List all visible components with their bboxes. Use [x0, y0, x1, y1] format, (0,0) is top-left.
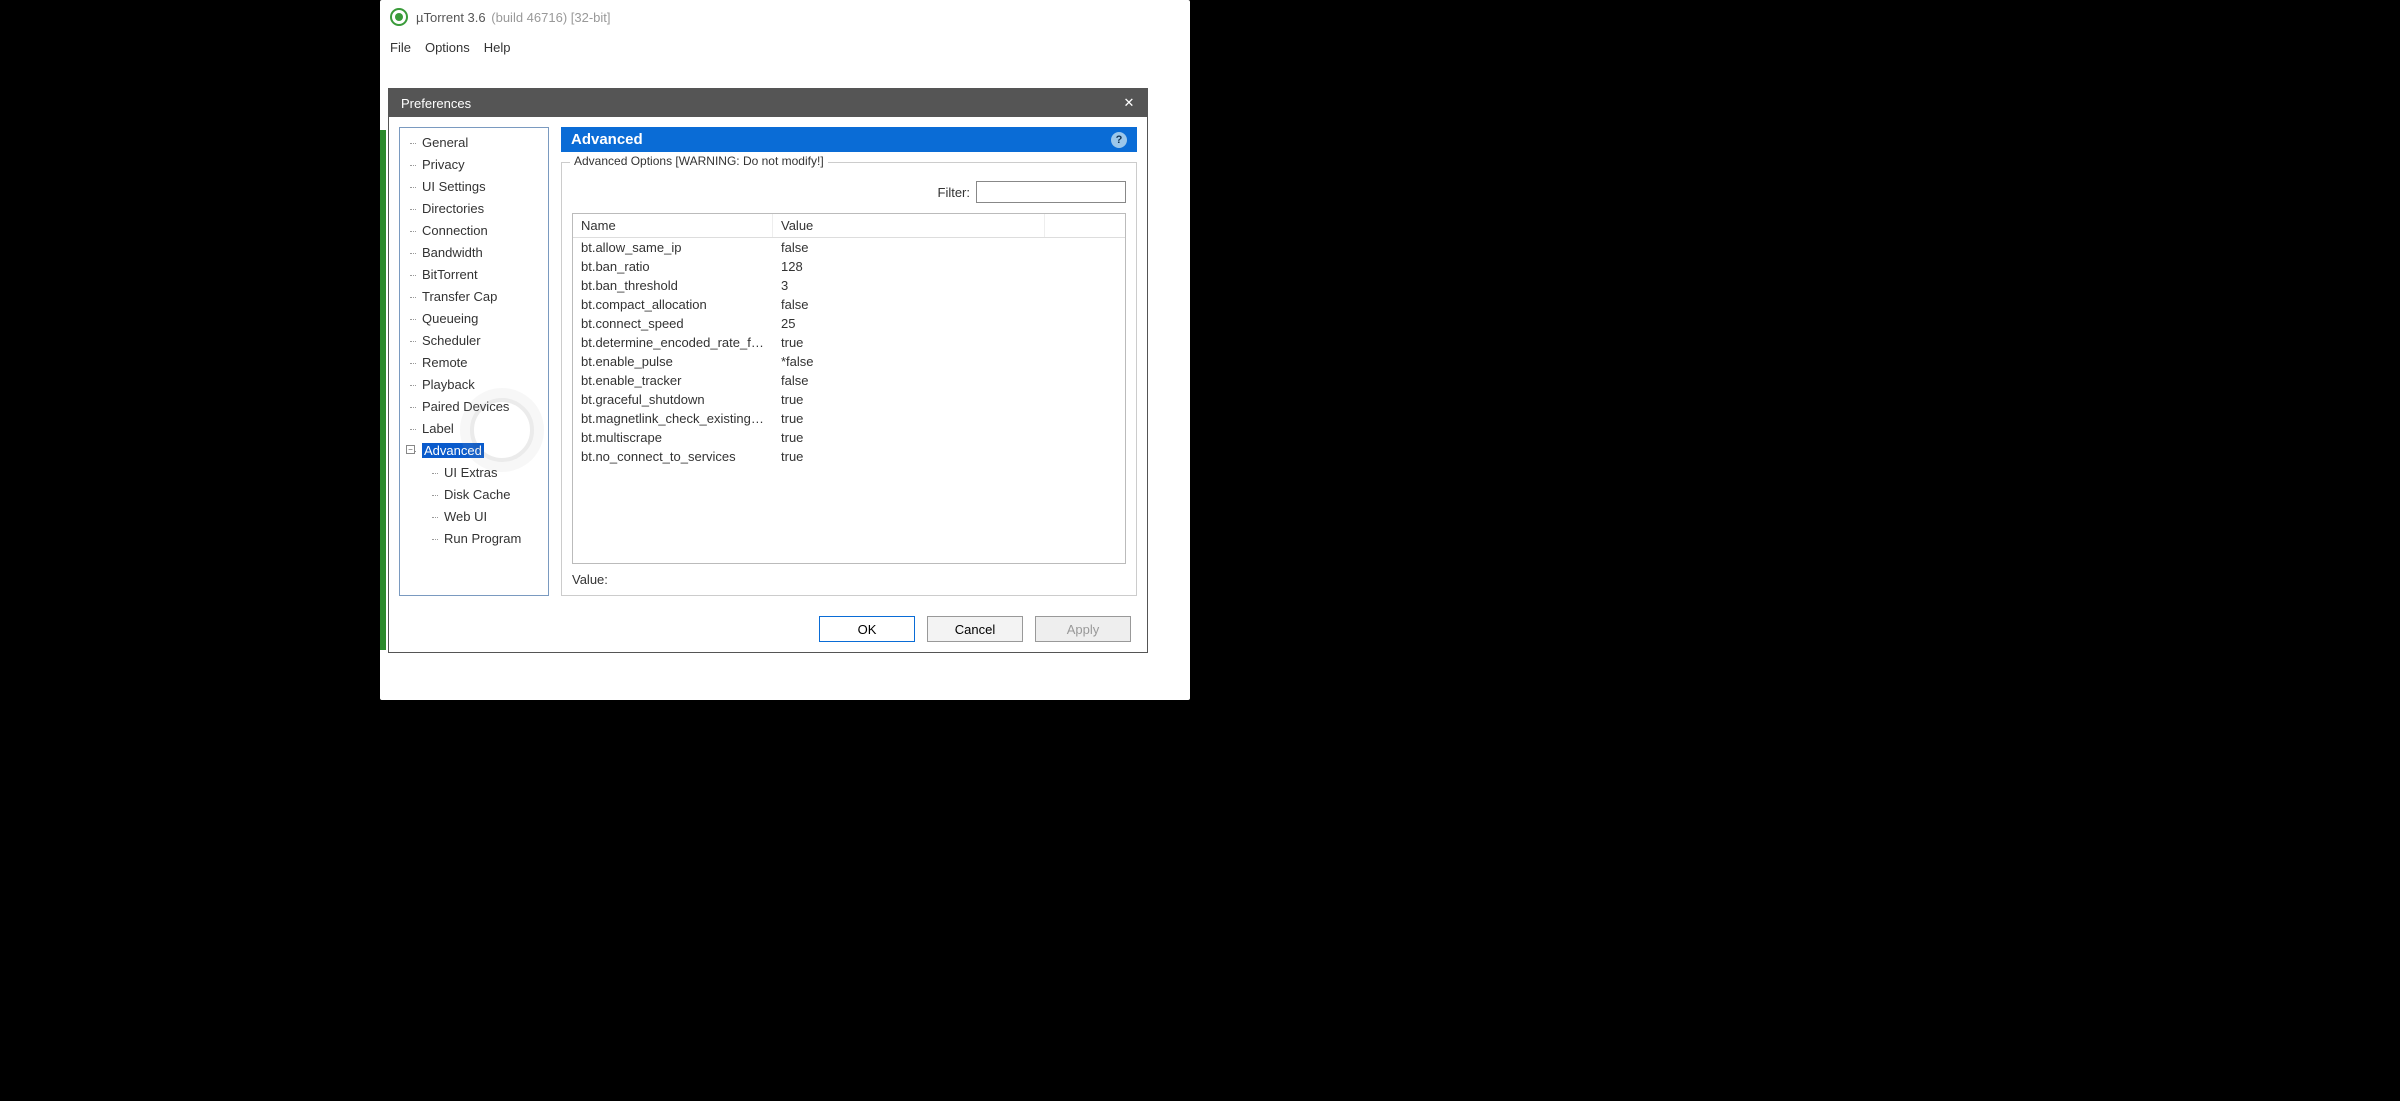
tree-item-playback[interactable]: Playback [400, 374, 548, 396]
col-spacer [1045, 214, 1125, 237]
table-row[interactable]: bt.ban_ratio128 [573, 257, 1125, 276]
advanced-options-group: Advanced Options [WARNING: Do not modify… [561, 162, 1137, 596]
tree-item-general[interactable]: General [400, 132, 548, 154]
app-window: µTorrent 3.6 (build 46716) [32-bit] File… [380, 0, 1190, 700]
tree-item-label[interactable]: Label [400, 418, 548, 440]
section-title: Advanced [571, 131, 643, 148]
table-row[interactable]: bt.allow_same_ipfalse [573, 238, 1125, 257]
table-row[interactable]: bt.enable_trackerfalse [573, 371, 1125, 390]
table-row[interactable]: bt.magnetlink_check_existing_...true [573, 409, 1125, 428]
menu-file[interactable]: File [390, 40, 411, 55]
menu-options[interactable]: Options [425, 40, 470, 55]
apply-button[interactable]: Apply [1035, 616, 1131, 642]
preferences-titlebar: Preferences ✕ [389, 89, 1147, 117]
col-name[interactable]: Name [573, 214, 773, 237]
category-tree[interactable]: General Privacy UI Settings Directories … [399, 127, 549, 596]
table-row[interactable]: bt.graceful_shutdowntrue [573, 390, 1125, 409]
table-row[interactable]: bt.determine_encoded_rate_fo...true [573, 333, 1125, 352]
tree-item-paired-devices[interactable]: Paired Devices [400, 396, 548, 418]
value-row: Value: [572, 572, 1126, 587]
tree-item-queueing[interactable]: Queueing [400, 308, 548, 330]
tree-expander-icon[interactable]: − [406, 445, 415, 454]
tree-item-remote[interactable]: Remote [400, 352, 548, 374]
table-row[interactable]: bt.connect_speed25 [573, 314, 1125, 333]
tree-item-transfer-cap[interactable]: Transfer Cap [400, 286, 548, 308]
value-label: Value: [572, 572, 608, 587]
section-header: Advanced ? [561, 127, 1137, 152]
preferences-body: General Privacy UI Settings Directories … [389, 117, 1147, 606]
group-title: Advanced Options [WARNING: Do not modify… [570, 154, 828, 168]
filter-row: Filter: [572, 181, 1126, 203]
cancel-button[interactable]: Cancel [927, 616, 1023, 642]
tree-item-run-program[interactable]: Run Program [400, 528, 548, 550]
preferences-title: Preferences [401, 96, 471, 111]
build-info: (build 46716) [32-bit] [491, 10, 610, 25]
options-table: Name Value bt.allow_same_ipfalse bt.ban_… [572, 213, 1126, 564]
table-body[interactable]: bt.allow_same_ipfalse bt.ban_ratio128 bt… [573, 238, 1125, 563]
menubar: File Options Help [380, 34, 1190, 63]
filter-input[interactable] [976, 181, 1126, 203]
app-title: µTorrent 3.6 (build 46716) [32-bit] [416, 10, 611, 25]
tree-item-directories[interactable]: Directories [400, 198, 548, 220]
filter-label: Filter: [938, 185, 971, 200]
tree-item-ui-settings[interactable]: UI Settings [400, 176, 548, 198]
utorrent-icon [390, 8, 408, 26]
tree-item-web-ui[interactable]: Web UI [400, 506, 548, 528]
tree-item-connection[interactable]: Connection [400, 220, 548, 242]
table-row[interactable]: bt.compact_allocationfalse [573, 295, 1125, 314]
help-icon[interactable]: ? [1111, 132, 1127, 148]
dialog-buttons: OK Cancel Apply [389, 606, 1147, 652]
table-row[interactable]: bt.no_connect_to_servicestrue [573, 447, 1125, 466]
tree-item-advanced[interactable]: − Advanced [400, 440, 548, 462]
tree-item-scheduler[interactable]: Scheduler [400, 330, 548, 352]
close-icon[interactable]: ✕ [1119, 95, 1139, 111]
tree-item-disk-cache[interactable]: Disk Cache [400, 484, 548, 506]
menu-help[interactable]: Help [484, 40, 511, 55]
col-value[interactable]: Value [773, 214, 1045, 237]
titlebar: µTorrent 3.6 (build 46716) [32-bit] [380, 0, 1190, 34]
table-row[interactable]: bt.ban_threshold3 [573, 276, 1125, 295]
tree-item-bandwidth[interactable]: Bandwidth [400, 242, 548, 264]
sidebar-accent [380, 130, 386, 650]
preferences-dialog: Preferences ✕ General Privacy UI Setting… [388, 88, 1148, 653]
table-row[interactable]: bt.multiscrapetrue [573, 428, 1125, 447]
tree-item-privacy[interactable]: Privacy [400, 154, 548, 176]
table-row[interactable]: bt.enable_pulse*false [573, 352, 1125, 371]
right-panel: Advanced ? Advanced Options [WARNING: Do… [561, 127, 1137, 596]
ok-button[interactable]: OK [819, 616, 915, 642]
table-header[interactable]: Name Value [573, 214, 1125, 238]
tree-item-ui-extras[interactable]: UI Extras [400, 462, 548, 484]
tree-item-bittorrent[interactable]: BitTorrent [400, 264, 548, 286]
